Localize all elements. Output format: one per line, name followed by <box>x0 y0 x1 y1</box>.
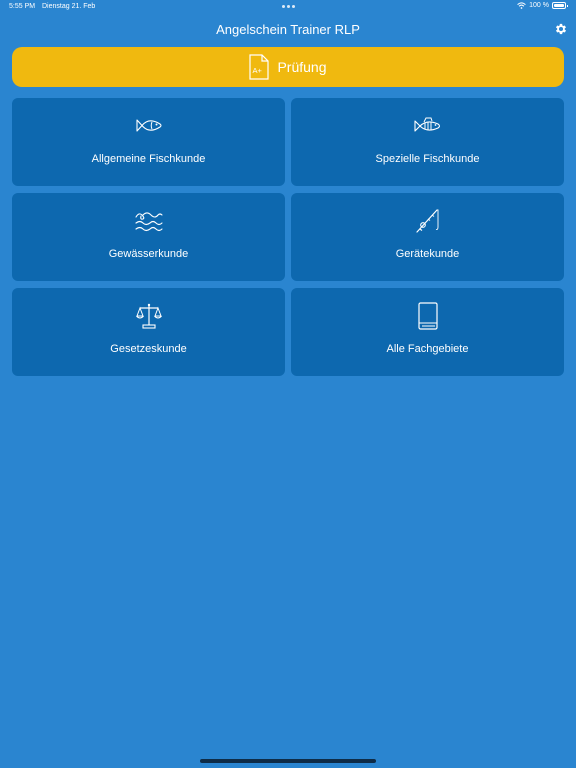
category-grid: Allgemeine Fischkunde Spezielle Fischkun… <box>12 98 564 376</box>
tile-allgemeine-fischkunde[interactable]: Allgemeine Fischkunde <box>12 98 285 186</box>
exam-label: Prüfung <box>277 59 327 75</box>
tile-alle-fachgebiete[interactable]: Alle Fachgebiete <box>291 288 564 376</box>
fish-icon <box>135 119 162 132</box>
fishing-rod-icon <box>415 209 438 233</box>
tile-label: Gerätekunde <box>395 248 460 260</box>
status-time: 5:55 PM <box>9 3 36 10</box>
tile-label: Spezielle Fischkunde <box>375 153 480 165</box>
waves-icon <box>134 212 163 232</box>
tile-gesetzeskunde[interactable]: Gesetzeskunde <box>12 288 285 376</box>
book-icon <box>417 302 438 330</box>
home-indicator[interactable] <box>200 759 376 763</box>
battery-percentage: 100 % <box>529 2 549 9</box>
page-title: Angelschein Trainer RLP <box>216 22 360 37</box>
tile-label: Gewässerkunde <box>108 248 189 260</box>
battery-icon <box>552 2 568 9</box>
scales-icon <box>135 303 162 329</box>
gear-icon[interactable] <box>554 22 568 36</box>
tile-label: Alle Fachgebiete <box>386 343 469 355</box>
app-screen: 5:55 PM Dienstag 21. Feb 100 % Angelsche… <box>0 0 576 768</box>
tile-spezielle-fischkunde[interactable]: Spezielle Fischkunde <box>291 98 564 186</box>
tile-geraetekunde[interactable]: Gerätekunde <box>291 193 564 281</box>
status-bar: 5:55 PM Dienstag 21. Feb 100 % <box>0 0 576 14</box>
status-right: 100 % <box>517 2 568 9</box>
battery-level <box>554 4 564 7</box>
perch-icon <box>413 117 440 132</box>
exam-document-icon: A+ <box>249 54 270 80</box>
tile-label: Gesetzeskunde <box>110 343 187 355</box>
tile-gewaesserkunde[interactable]: Gewässerkunde <box>12 193 285 281</box>
exam-button[interactable]: A+ Prüfung <box>12 47 564 87</box>
exam-icon-text: A+ <box>253 66 263 75</box>
wifi-icon <box>517 2 526 9</box>
tile-label: Allgemeine Fischkunde <box>91 153 206 165</box>
multitasking-dots-icon[interactable] <box>282 5 295 8</box>
status-date: Dienstag 21. Feb <box>42 3 96 10</box>
